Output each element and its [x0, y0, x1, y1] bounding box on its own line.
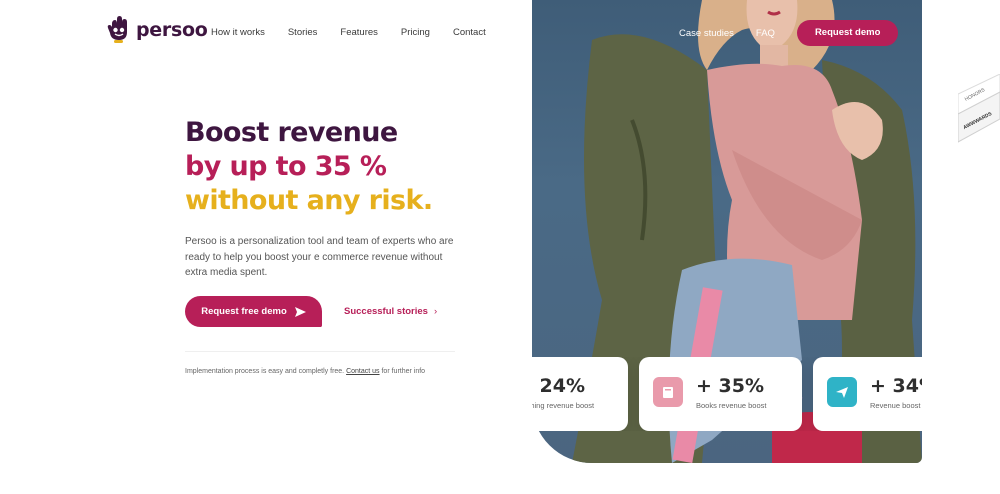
successful-stories-label: Successful stories — [344, 306, 428, 317]
stat-card-books: + 35% Books revenue boost — [639, 357, 802, 431]
request-demo-button[interactable]: Request demo — [796, 20, 899, 46]
hero-section: Boost revenue by up to 35 % without any … — [185, 116, 485, 281]
contact-us-link[interactable]: Contact us — [346, 368, 379, 375]
request-free-demo-button[interactable]: Request free demo — [185, 296, 322, 327]
nav-pricing[interactable]: Pricing — [401, 27, 430, 38]
main-nav: How it works Stories Features Pricing Co… — [211, 27, 509, 38]
cta-row: Request free demo Successful stories › — [185, 296, 437, 327]
awwwards-ribbon-icon — [957, 73, 1000, 143]
stat-card-clothing: + 24% Clothing revenue boost — [532, 357, 628, 431]
nav-features[interactable]: Features — [340, 27, 378, 38]
divider — [185, 351, 455, 352]
nav-contact[interactable]: Contact — [453, 27, 486, 38]
send-icon — [294, 306, 306, 317]
successful-stories-link[interactable]: Successful stories › — [344, 306, 437, 317]
logo[interactable]: persoo — [106, 16, 208, 44]
stat-value: + 34% — [870, 375, 922, 397]
note-text: Implementation process is easy and compl… — [185, 368, 347, 375]
persoo-hand-icon — [107, 16, 127, 43]
note-suffix: for further info — [379, 368, 426, 375]
awwwards-badge[interactable]: HONORS AWWWARDS — [957, 73, 1000, 144]
stat-label: Clothing revenue boost — [532, 401, 595, 410]
nav-how-it-works[interactable]: How it works — [211, 27, 265, 38]
implementation-note: Implementation process is easy and compl… — [185, 368, 425, 375]
stat-card-travel: + 34% Revenue boost — [813, 357, 922, 431]
chevron-right-icon: › — [433, 306, 438, 317]
stat-value: + 35% — [696, 375, 765, 397]
logo-text: persoo — [136, 19, 208, 41]
book-icon — [653, 377, 683, 407]
headline-line-2: by up to 35 % — [185, 151, 387, 182]
stats-strip: + 24% Clothing revenue boost + 35% Books… — [532, 357, 922, 431]
headline-line-1: Boost revenue — [185, 117, 398, 148]
stat-label: Books revenue boost — [696, 401, 767, 410]
nav-faq[interactable]: FAQ — [756, 28, 775, 39]
hero-headline: Boost revenue by up to 35 % without any … — [185, 116, 485, 218]
nav-stories[interactable]: Stories — [288, 27, 318, 38]
nav-case-studies[interactable]: Case studies — [679, 28, 734, 39]
hero-description: Persoo is a personalization tool and tea… — [185, 236, 454, 278]
plane-icon — [827, 377, 857, 407]
secondary-nav: Case studies FAQ Request demo — [679, 20, 899, 46]
stat-value: + 24% — [532, 375, 586, 397]
request-free-demo-label: Request free demo — [201, 306, 287, 317]
headline-line-3: without any risk. — [185, 185, 433, 216]
stat-label: Revenue boost — [870, 401, 921, 410]
